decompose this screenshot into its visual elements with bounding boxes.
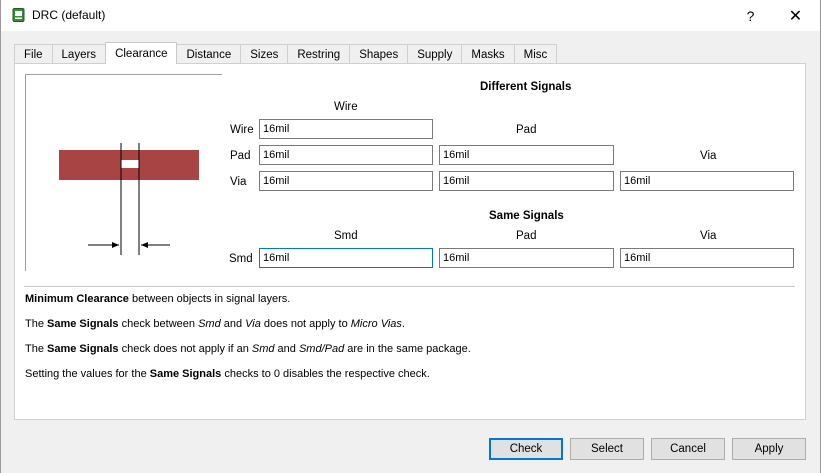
desc-bold: Minimum Clearance [25,293,129,305]
clearance-illustration [25,74,222,271]
same-col-pad-label: Pad [516,230,537,242]
desc-italic: Via [245,318,261,330]
desc-italic: Smd/Pad [298,343,345,355]
close-icon[interactable]: ✕ [773,0,818,31]
desc-text: Setting the values for the [25,368,150,380]
desc-italic: Smd [198,318,221,330]
same-col-via-label: Via [700,230,717,242]
smd-via-input[interactable] [620,248,794,268]
description-line-3: The Same Signals check does not apply if… [25,343,471,355]
same-signals-header: Same Signals [489,210,564,222]
title-bar: DRC (default) ? ✕ [1,0,820,31]
pad-wire-input[interactable] [259,145,433,165]
tab-misc[interactable]: Misc [513,44,558,64]
desc-text: does not apply to [260,318,351,330]
description-line-2: The Same Signals check between Smd and V… [25,318,405,330]
check-button[interactable]: Check [489,438,563,460]
desc-bold: Same Signals [47,318,119,330]
tab-distance[interactable]: Distance [176,44,242,64]
row-via-label: Via [230,176,247,188]
pad-pad-input[interactable] [439,145,614,165]
smd-smd-input[interactable] [259,248,433,268]
row-wire-label: Wire [230,124,254,136]
desc-italic: Micro Vias [350,318,402,330]
wire-wire-input[interactable] [259,119,433,139]
col-via-label: Via [700,150,717,162]
col-wire-label: Wire [334,101,358,113]
desc-text: are in the same package. [344,343,471,355]
desc-bold: Same Signals [149,368,222,380]
separator [24,286,795,287]
different-signals-header: Different Signals [480,81,572,93]
cancel-button[interactable]: Cancel [651,438,725,460]
smd-pad-input[interactable] [439,248,614,268]
desc-text: The [25,343,48,355]
description-line-1: Minimum Clearance between objects in sig… [25,293,290,305]
tab-layers[interactable]: Layers [51,44,107,64]
drc-app-icon [12,8,25,22]
help-icon[interactable]: ? [728,0,773,31]
via-pad-input[interactable] [439,171,614,191]
row-pad-label: Pad [230,150,251,162]
desc-text: and [220,318,246,330]
drc-dialog: DRC (default) ? ✕ File Layers Clearance … [0,0,821,473]
via-wire-input[interactable] [259,171,433,191]
desc-italic: Smd [251,343,275,355]
desc-text: checks to 0 disables the respective chec… [221,368,430,380]
tab-sizes[interactable]: Sizes [240,44,289,64]
via-via-input[interactable] [620,171,794,191]
tab-clearance[interactable]: Clearance [105,42,178,64]
desc-text: check does not apply if an [118,343,252,355]
row-smd-label: Smd [229,253,253,265]
tab-file[interactable]: File [14,44,53,64]
desc-text: between objects in signal layers. [128,293,291,305]
clearance-panel: Different Signals Wire Wire Pad Pad Via … [14,63,806,420]
desc-text: and [274,343,299,355]
desc-text: . [401,318,405,330]
tab-restring[interactable]: Restring [287,44,351,64]
tab-masks[interactable]: Masks [461,44,515,64]
desc-text: The [25,318,48,330]
window-title: DRC (default) [32,8,106,22]
tab-shapes[interactable]: Shapes [349,44,409,64]
apply-button[interactable]: Apply [732,438,806,460]
tab-bar: File Layers Clearance Distance Sizes Res… [14,42,558,64]
col-pad-label: Pad [516,124,537,136]
description-line-4: Setting the values for the Same Signals … [25,368,430,380]
desc-bold: Same Signals [47,343,119,355]
col-smd-label: Smd [334,230,358,242]
select-button[interactable]: Select [570,438,644,460]
tab-supply[interactable]: Supply [407,44,463,64]
desc-text: check between [118,318,199,330]
